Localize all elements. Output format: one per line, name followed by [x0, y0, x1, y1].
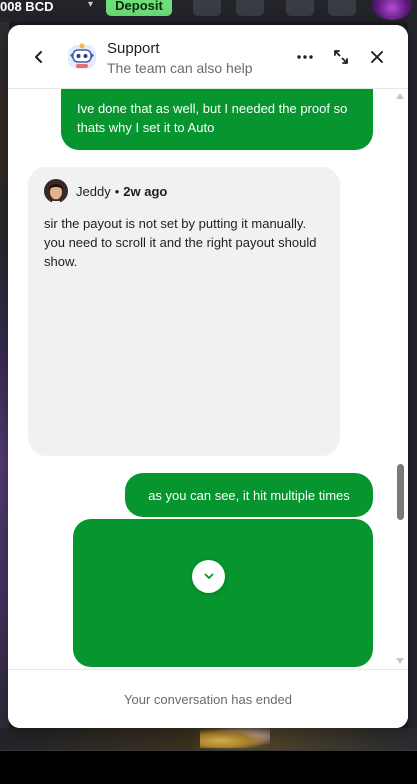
- chat-footer: Your conversation has ended: [8, 669, 408, 728]
- chat-header: Support The team can also help: [8, 25, 408, 89]
- message-outgoing: Ive done that as well, but I needed the …: [61, 89, 373, 150]
- back-button[interactable]: [27, 45, 51, 69]
- host-balance: 008 BCD: [0, 0, 54, 14]
- support-chat-window: Support The team can also help Ive done …: [8, 25, 408, 728]
- host-tool-button[interactable]: [236, 0, 264, 16]
- expand-button[interactable]: [329, 45, 353, 69]
- coins-image: [200, 728, 270, 748]
- image-attachment[interactable]: [73, 519, 373, 667]
- support-logo-icon: [66, 41, 98, 73]
- avatar: [44, 179, 68, 203]
- host-tool-button[interactable]: [286, 0, 314, 16]
- deposit-button[interactable]: Deposit: [106, 0, 172, 16]
- close-button[interactable]: [365, 45, 389, 69]
- conversation-status: Your conversation has ended: [124, 691, 292, 707]
- more-options-button[interactable]: [293, 45, 317, 69]
- host-tool-button[interactable]: [193, 0, 221, 16]
- host-tool-button[interactable]: [328, 0, 356, 16]
- meta-separator: •: [114, 183, 120, 199]
- close-icon: [371, 51, 383, 63]
- scroll-down-arrow-icon[interactable]: [396, 658, 404, 664]
- chevron-down-icon[interactable]: ▾: [88, 0, 100, 10]
- agent-meta: Jeddy • 2w ago: [44, 179, 324, 203]
- message-incoming: Jeddy • 2w ago sir the payout is not set…: [28, 167, 340, 456]
- scroll-to-bottom-button[interactable]: [192, 560, 225, 593]
- chat-title: Support: [107, 40, 160, 57]
- scroll-up-arrow-icon[interactable]: [396, 93, 404, 99]
- chevron-left-icon: [35, 51, 42, 63]
- chat-subtitle: The team can also help: [107, 60, 253, 76]
- message-timestamp: 2w ago: [123, 183, 168, 199]
- host-content-right: [408, 22, 417, 750]
- more-horizontal-icon: [297, 55, 313, 59]
- message-outgoing: as you can see, it hit multiple times: [125, 473, 373, 517]
- host-footer-bar: [0, 750, 417, 784]
- scrollbar-thumb[interactable]: [397, 464, 404, 520]
- agent-name: Jeddy: [76, 183, 111, 199]
- chevron-down-icon: [204, 573, 213, 579]
- message-text: sir the payout is not set by putting it …: [44, 216, 317, 269]
- expand-icon: [334, 50, 348, 64]
- message-list[interactable]: Ive done that as well, but I needed the …: [8, 89, 408, 669]
- host-footer-divider: [0, 750, 417, 751]
